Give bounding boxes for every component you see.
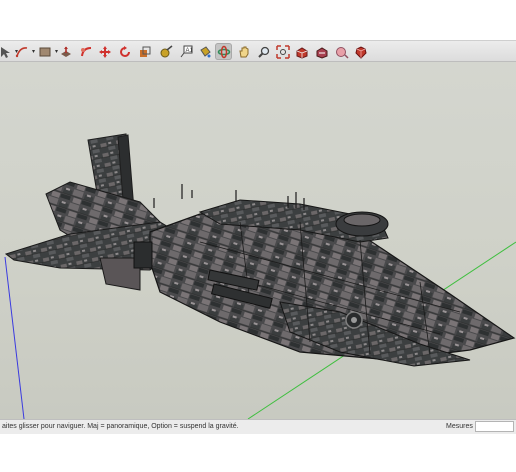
share-model-button[interactable] <box>313 43 330 60</box>
orbit-icon <box>217 45 230 58</box>
status-hint-text: aites glisser pour naviguer. Maj = panor… <box>2 423 239 430</box>
paint-bucket-icon <box>199 45 211 57</box>
main-toolbar: ▾ ▾ ▾ A1 <box>0 40 516 62</box>
rotate-tool-button[interactable] <box>116 43 133 60</box>
zoom-extents-icon <box>275 44 290 59</box>
3d-warehouse-button[interactable] <box>293 43 310 60</box>
3d-viewport[interactable] <box>0 62 516 419</box>
move-tool-button[interactable] <box>96 43 113 60</box>
select-tool-button[interactable]: ▾ <box>0 43 18 60</box>
warehouse-icon <box>296 46 307 59</box>
text-tool-button[interactable]: A1 <box>177 43 194 60</box>
follow-me-icon <box>80 46 91 56</box>
measurements-label: Mesures <box>446 423 473 430</box>
select-arrow-icon <box>0 46 10 58</box>
arc-tool-button[interactable]: ▾ <box>13 43 35 60</box>
warehouse-icon <box>316 46 327 59</box>
zoom-extents-tool-button[interactable] <box>274 43 291 60</box>
text-label-icon: A1 <box>180 45 193 57</box>
tape-measure-tool-button[interactable] <box>157 43 174 60</box>
rotate-icon <box>119 45 130 57</box>
scale-icon <box>139 46 150 57</box>
rectangle-icon <box>39 47 50 56</box>
scale-tool-button[interactable] <box>136 43 153 60</box>
spaceship-model-scene[interactable] <box>0 62 516 419</box>
ruby-console-button[interactable] <box>352 43 369 60</box>
ruby-icon <box>354 45 367 59</box>
rectangle-tool-button[interactable]: ▾ <box>36 43 58 60</box>
push-pull-icon <box>60 46 71 57</box>
blue-axis-line <box>4 256 25 419</box>
paint-bucket-tool-button[interactable] <box>196 43 213 60</box>
arc-pencil-icon <box>15 46 27 57</box>
tape-measure-icon <box>160 44 172 57</box>
extension-warehouse-button[interactable] <box>333 43 350 60</box>
measurements-input[interactable] <box>475 421 514 432</box>
pan-hand-icon <box>238 46 248 57</box>
window-top-area <box>0 0 516 40</box>
follow-me-tool-button[interactable] <box>77 43 94 60</box>
zoom-tool-button[interactable] <box>255 43 272 60</box>
push-pull-tool-button[interactable] <box>57 43 74 60</box>
extension-warehouse-icon <box>335 46 349 59</box>
svg-text:A1: A1 <box>185 48 193 54</box>
zoom-icon <box>257 46 269 58</box>
window-bottom-area <box>0 434 516 472</box>
pan-tool-button[interactable] <box>235 43 252 60</box>
orbit-tool-button[interactable] <box>215 43 232 60</box>
status-bar: aites glisser pour naviguer. Maj = panor… <box>0 419 516 434</box>
move-icon <box>98 45 111 58</box>
